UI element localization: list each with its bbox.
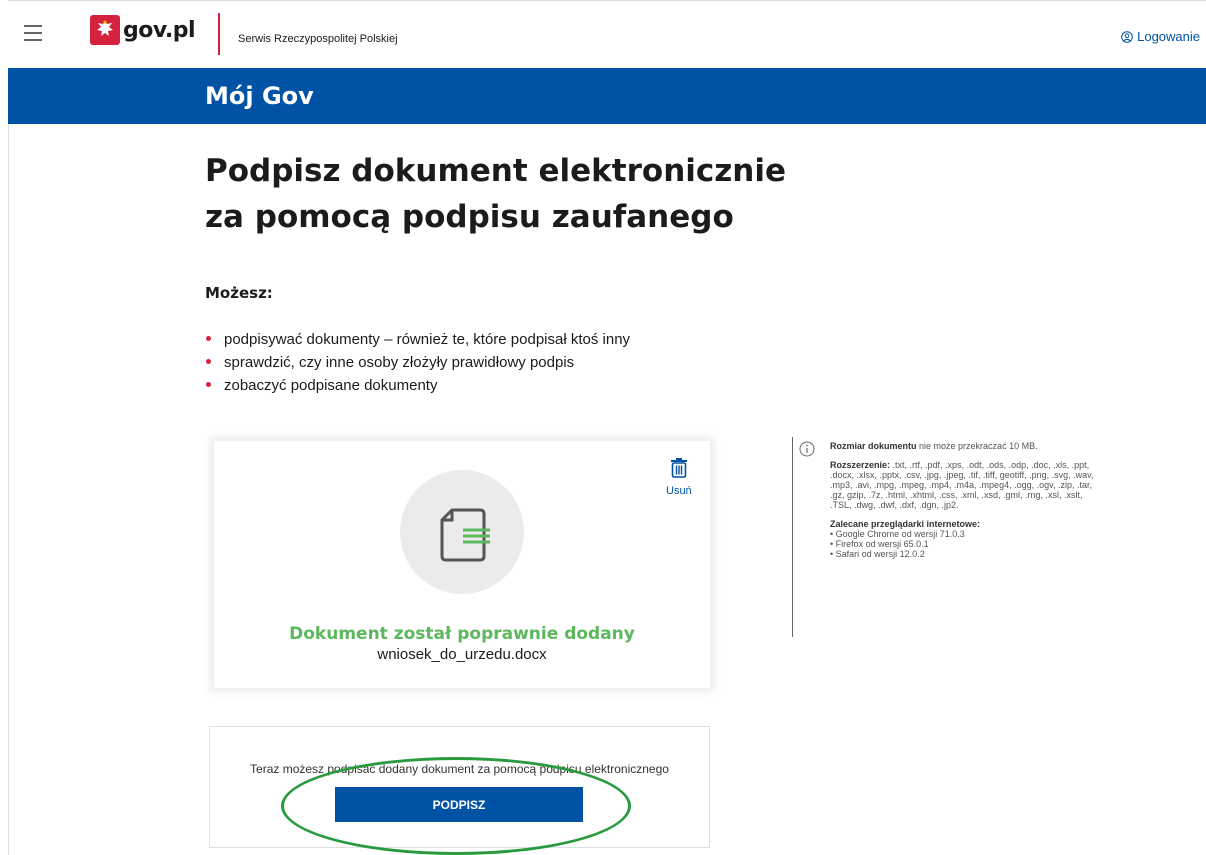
sign-panel: Teraz możesz podpisać dodany dokument za… (209, 726, 710, 848)
document-icon (440, 508, 490, 562)
features-list: podpisywać dokumenty – również te, które… (205, 328, 630, 397)
browser-info: Zalecane przeglądarki internetowe: • Goo… (830, 519, 1105, 559)
page-title: Podpisz dokument elektronicznie za pomoc… (205, 148, 845, 240)
login-link[interactable]: Logowanie (1121, 29, 1200, 44)
extension-info: Rozszerzenie: .txt, .rtf, .pdf, .xps, .o… (830, 460, 1105, 510)
document-card: Usuń Dokument został poprawnie dodany wn… (214, 441, 710, 688)
list-item: podpisywać dokumenty – również te, które… (205, 328, 630, 351)
sign-prompt: Teraz możesz podpisać dodany dokument za… (250, 762, 669, 776)
file-name: wniosek_do_urzedu.docx (377, 646, 547, 663)
menu-icon[interactable] (24, 25, 42, 41)
gov-logo[interactable]: gov.pl (90, 15, 196, 45)
section-title: Mój Gov (205, 82, 314, 110)
list-item: zobaczyć podpisane dokumenty (205, 374, 630, 397)
can-heading: Możesz: (205, 284, 273, 302)
page-title-line-2: za pomocą podpisu zaufanego (205, 199, 734, 235)
browser-item: • Firefox od wersji 65.0.1 (830, 539, 929, 549)
delete-label: Usuń (666, 485, 692, 497)
eagle-emblem-icon (90, 15, 120, 45)
list-item: sprawdzić, czy inne osoby złożyły prawid… (205, 351, 630, 374)
size-info: Rozmiar dokumentu nie może przekraczać 1… (830, 441, 1105, 451)
info-panel: Rozmiar dokumentu nie może przekraczać 1… (792, 437, 1112, 637)
info-icon (799, 441, 815, 457)
page-title-line-1: Podpisz dokument elektronicznie (205, 153, 787, 189)
user-circle-icon (1121, 30, 1133, 43)
section-band: Mój Gov (8, 68, 1206, 124)
browsers-label: Zalecane przeglądarki internetowe: (830, 519, 981, 529)
extension-label: Rozszerzenie: (830, 460, 891, 470)
size-text: nie może przekraczać 10 MB. (919, 441, 1038, 451)
upload-success-message: Dokument został poprawnie dodany (289, 624, 635, 644)
logo-text: gov.pl (123, 17, 196, 43)
left-border (8, 124, 9, 855)
info-text: Rozmiar dokumentu nie może przekraczać 1… (830, 441, 1105, 568)
browser-item: • Google Chrome od wersji 71.0.3 (830, 529, 965, 539)
sign-button[interactable]: PODPISZ (335, 787, 583, 822)
top-header: gov.pl Serwis Rzeczypospolitej Polskiej … (8, 0, 1206, 68)
document-icon-circle (400, 470, 524, 594)
delete-button[interactable]: Usuń (666, 456, 692, 497)
service-name: Serwis Rzeczypospolitej Polskiej (238, 33, 398, 45)
size-label: Rozmiar dokumentu (830, 441, 917, 451)
login-label: Logowanie (1137, 29, 1200, 44)
header-divider (218, 13, 220, 55)
trash-icon (670, 458, 687, 478)
browser-item: • Safari od wersji 12.0.2 (830, 549, 925, 559)
